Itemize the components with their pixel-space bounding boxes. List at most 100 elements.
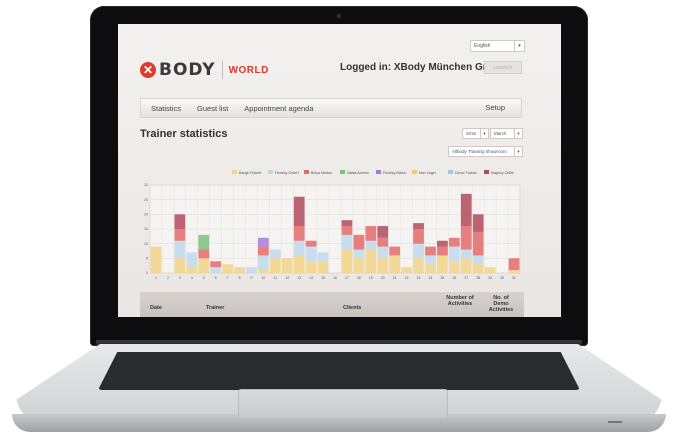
bar-segment xyxy=(198,234,210,250)
bar-segment xyxy=(174,229,186,241)
month-value: March xyxy=(494,131,507,136)
bar-segment xyxy=(365,226,377,241)
bar-segment xyxy=(174,258,186,273)
x-tick-label: 9 xyxy=(251,276,253,280)
bar-segment xyxy=(341,226,353,235)
x-tick-label: 16 xyxy=(333,276,337,280)
x-tick-label: 4 xyxy=(191,276,193,280)
bar-segment xyxy=(269,249,281,259)
legend-label: Baugh Robert xyxy=(239,171,261,175)
xbody-logo[interactable]: ✕ BODY WORLD xyxy=(140,60,269,80)
x-tick-label: 29 xyxy=(488,276,492,280)
bar-segment xyxy=(460,226,472,250)
logo-divider xyxy=(221,61,223,79)
bar-segment xyxy=(198,249,210,259)
legend-label: Flemisy Bieiou xyxy=(383,171,406,175)
legend-swatch xyxy=(412,170,417,174)
bar-segment xyxy=(484,267,496,273)
bar-segment xyxy=(353,258,365,273)
bar-segment xyxy=(269,258,281,273)
bar-segment xyxy=(472,255,484,265)
x-tick-label: 30 xyxy=(500,276,504,280)
x-tick-label: 12 xyxy=(285,276,289,280)
bar-segment xyxy=(377,226,389,238)
bar-segment xyxy=(293,196,305,227)
year-select[interactable]: 2016 ▾ xyxy=(462,128,489,139)
keyboard xyxy=(98,352,580,390)
x-tick-label: 19 xyxy=(369,276,373,280)
x-tick-label: 10 xyxy=(261,276,265,280)
bar-segment xyxy=(281,258,293,273)
chevron-down-icon: ▾ xyxy=(514,147,522,156)
bar-segment xyxy=(472,214,484,232)
x-tick-label: 23 xyxy=(417,276,421,280)
bar-segment xyxy=(389,255,401,273)
bar-segment xyxy=(508,258,520,271)
bar-segment xyxy=(389,246,401,256)
bar-segment xyxy=(246,267,257,273)
bar-segment xyxy=(234,267,245,273)
nav-appointment-agenda[interactable]: Appointment agenda xyxy=(244,104,313,113)
bar-segment xyxy=(437,255,448,273)
bar-segment xyxy=(472,231,484,256)
x-tick-label: 26 xyxy=(452,276,456,280)
legend-label: Flemisy GmbH xyxy=(275,171,299,175)
x-tick-label: 8 xyxy=(239,276,241,280)
x-tick-label: 20 xyxy=(381,276,385,280)
col-date: Date xyxy=(150,305,162,311)
bar-segment xyxy=(258,246,269,256)
bar-segment xyxy=(460,249,472,259)
bar-segment xyxy=(258,237,269,247)
legend-label: Bölya Merton xyxy=(311,171,332,175)
nav-guest-list[interactable]: Guest list xyxy=(197,104,228,113)
chevron-down-icon: ▾ xyxy=(514,129,522,138)
bar-segment xyxy=(448,246,460,262)
trackpad xyxy=(238,389,448,419)
bar-segment xyxy=(305,240,317,247)
x-tick-label: 17 xyxy=(345,276,349,280)
power-led xyxy=(608,421,622,423)
bar-segment xyxy=(437,240,448,247)
x-tick-label: 24 xyxy=(429,276,433,280)
bar-segment xyxy=(472,264,484,273)
bar-segment xyxy=(222,264,233,273)
bar-segment xyxy=(377,246,389,259)
bar-segment xyxy=(317,261,329,273)
bar-segment xyxy=(353,234,365,250)
bar-segment xyxy=(365,240,377,250)
y-tick-label: 20 xyxy=(144,213,148,217)
legend-swatch xyxy=(232,170,237,174)
bar-segment xyxy=(377,237,389,247)
legend-label: Max Vogel xyxy=(419,171,436,175)
logout-button[interactable]: LOGOUT xyxy=(484,61,522,74)
x-tick-label: 11 xyxy=(274,276,278,280)
x-logo-icon: ✕ xyxy=(140,62,156,78)
bar-segment xyxy=(460,258,472,273)
logged-in-text: Logged in: XBody München GmbH xyxy=(340,62,505,73)
bar-segment xyxy=(353,249,365,259)
y-tick-label: 30 xyxy=(144,183,148,187)
y-tick-label: 15 xyxy=(144,227,148,231)
x-tick-label: 21 xyxy=(393,276,397,280)
bar-segment xyxy=(293,255,305,273)
bar-segment xyxy=(258,255,269,271)
nav-statistics[interactable]: Statistics xyxy=(151,104,181,113)
location-select[interactable]: Allbody Training Showroom ▾ xyxy=(448,146,523,157)
nav-setup[interactable]: Setup xyxy=(485,103,505,112)
legend-label: Nabla Adrimo xyxy=(347,171,369,175)
year-value: 2016 xyxy=(466,131,477,136)
x-tick-label: 25 xyxy=(441,276,445,280)
month-select[interactable]: March ▾ xyxy=(490,128,523,139)
bar-segment xyxy=(377,258,389,273)
bar-segment xyxy=(174,214,186,229)
bar-segment xyxy=(448,237,460,247)
x-tick-label: 7 xyxy=(227,276,229,280)
bar-segment xyxy=(460,193,472,227)
bar-segment xyxy=(186,252,198,268)
legend-swatch xyxy=(484,170,489,174)
x-tick-label: 22 xyxy=(405,276,409,280)
main-nav: Statistics Guest list Appointment agenda… xyxy=(140,98,522,118)
bar-segment xyxy=(401,267,412,273)
language-select[interactable]: English ▾ xyxy=(470,40,525,52)
bar-segment xyxy=(425,255,436,265)
